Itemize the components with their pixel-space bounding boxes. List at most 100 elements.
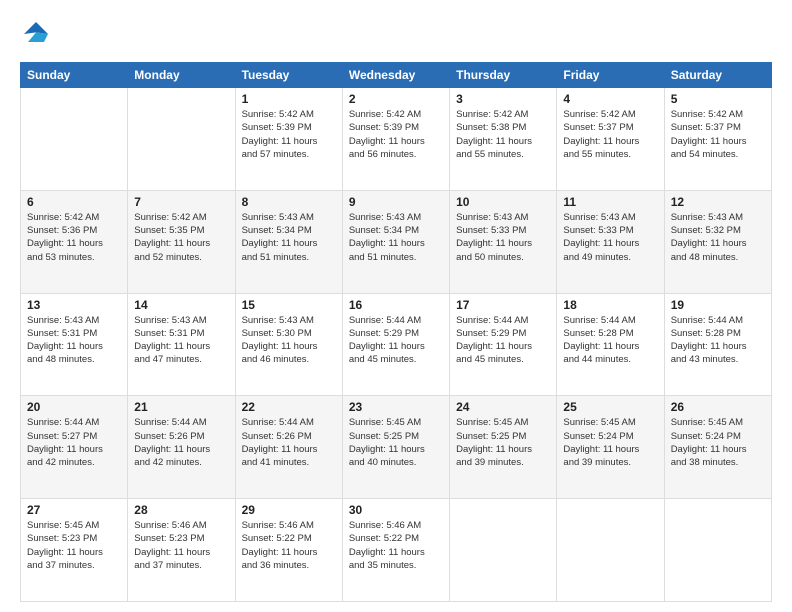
calendar-cell: 27Sunrise: 5:45 AM Sunset: 5:23 PM Dayli… [21,499,128,602]
day-info: Sunrise: 5:43 AM Sunset: 5:30 PM Dayligh… [242,314,336,367]
day-info: Sunrise: 5:44 AM Sunset: 5:27 PM Dayligh… [27,416,121,469]
day-number: 26 [671,400,765,414]
day-info: Sunrise: 5:43 AM Sunset: 5:31 PM Dayligh… [134,314,228,367]
calendar-header-friday: Friday [557,63,664,88]
logo [20,18,56,50]
day-info: Sunrise: 5:43 AM Sunset: 5:32 PM Dayligh… [671,211,765,264]
day-number: 1 [242,92,336,106]
calendar-cell [128,88,235,191]
day-number: 24 [456,400,550,414]
calendar-cell: 22Sunrise: 5:44 AM Sunset: 5:26 PM Dayli… [235,396,342,499]
day-number: 20 [27,400,121,414]
calendar-cell [450,499,557,602]
calendar-cell: 13 Sunrise: 5:43 AM Sunset: 5:31 PM Dayli… [21,293,128,396]
day-info: Sunrise: 5:43 AM Sunset: 5:33 PM Dayligh… [563,211,657,264]
day-info: Sunrise: 5:42 AM Sunset: 5:36 PM Dayligh… [27,211,121,264]
day-number: 16 [349,298,443,312]
page: SundayMondayTuesdayWednesdayThursdayFrid… [0,0,792,612]
day-info: Sunrise: 5:45 AM Sunset: 5:24 PM Dayligh… [671,416,765,469]
calendar-header-saturday: Saturday [664,63,771,88]
calendar-week-2: 6 Sunrise: 5:42 AM Sunset: 5:36 PM Daylig… [21,190,772,293]
calendar-cell: 14 Sunrise: 5:43 AM Sunset: 5:31 PM Dayli… [128,293,235,396]
day-number: 23 [349,400,443,414]
day-number: 18 [563,298,657,312]
day-number: 8 [242,195,336,209]
day-info: Sunrise: 5:42 AM Sunset: 5:37 PM Dayligh… [671,108,765,161]
day-number: 14 [134,298,228,312]
day-number: 7 [134,195,228,209]
day-info: Sunrise: 5:42 AM Sunset: 5:39 PM Dayligh… [349,108,443,161]
day-number: 4 [563,92,657,106]
day-number: 2 [349,92,443,106]
calendar-cell: 16 Sunrise: 5:44 AM Sunset: 5:29 PM Dayli… [342,293,449,396]
calendar-header-row: SundayMondayTuesdayWednesdayThursdayFrid… [21,63,772,88]
day-number: 9 [349,195,443,209]
calendar-week-4: 20 Sunrise: 5:44 AM Sunset: 5:27 PM Dayli… [21,396,772,499]
calendar-cell: 12 Sunrise: 5:43 AM Sunset: 5:32 PM Dayli… [664,190,771,293]
day-number: 13 [27,298,121,312]
calendar-cell: 29 Sunrise: 5:46 AM Sunset: 5:22 PM Dayli… [235,499,342,602]
calendar-cell: 5Sunrise: 5:42 AM Sunset: 5:37 PM Daylig… [664,88,771,191]
calendar-table: SundayMondayTuesdayWednesdayThursdayFrid… [20,62,772,602]
day-info: Sunrise: 5:44 AM Sunset: 5:29 PM Dayligh… [349,314,443,367]
calendar-cell: 3 Sunrise: 5:42 AM Sunset: 5:38 PM Daylig… [450,88,557,191]
calendar-cell: 19 Sunrise: 5:44 AM Sunset: 5:28 PM Dayli… [664,293,771,396]
calendar-header-thursday: Thursday [450,63,557,88]
day-info: Sunrise: 5:46 AM Sunset: 5:23 PM Dayligh… [134,519,228,572]
day-info: Sunrise: 5:45 AM Sunset: 5:24 PM Dayligh… [563,416,657,469]
day-info: Sunrise: 5:42 AM Sunset: 5:37 PM Dayligh… [563,108,657,161]
day-info: Sunrise: 5:46 AM Sunset: 5:22 PM Dayligh… [349,519,443,572]
day-number: 17 [456,298,550,312]
calendar-cell: 23 Sunrise: 5:45 AM Sunset: 5:25 PM Dayli… [342,396,449,499]
calendar-cell: 28 Sunrise: 5:46 AM Sunset: 5:23 PM Dayli… [128,499,235,602]
calendar-header-sunday: Sunday [21,63,128,88]
day-number: 6 [27,195,121,209]
calendar-cell: 17 Sunrise: 5:44 AM Sunset: 5:29 PM Dayli… [450,293,557,396]
calendar-cell: 10 Sunrise: 5:43 AM Sunset: 5:33 PM Dayli… [450,190,557,293]
day-info: Sunrise: 5:45 AM Sunset: 5:23 PM Dayligh… [27,519,121,572]
calendar-week-1: 1 Sunrise: 5:42 AM Sunset: 5:39 PM Daylig… [21,88,772,191]
day-number: 28 [134,503,228,517]
day-info: Sunrise: 5:42 AM Sunset: 5:35 PM Dayligh… [134,211,228,264]
day-number: 12 [671,195,765,209]
day-info: Sunrise: 5:45 AM Sunset: 5:25 PM Dayligh… [349,416,443,469]
day-info: Sunrise: 5:43 AM Sunset: 5:31 PM Dayligh… [27,314,121,367]
day-info: Sunrise: 5:42 AM Sunset: 5:39 PM Dayligh… [242,108,336,161]
calendar-cell: 11 Sunrise: 5:43 AM Sunset: 5:33 PM Dayli… [557,190,664,293]
day-info: Sunrise: 5:44 AM Sunset: 5:26 PM Dayligh… [242,416,336,469]
calendar-cell: 9Sunrise: 5:43 AM Sunset: 5:34 PM Daylig… [342,190,449,293]
calendar-cell [664,499,771,602]
calendar-cell: 2 Sunrise: 5:42 AM Sunset: 5:39 PM Daylig… [342,88,449,191]
day-info: Sunrise: 5:44 AM Sunset: 5:26 PM Dayligh… [134,416,228,469]
calendar-week-5: 27Sunrise: 5:45 AM Sunset: 5:23 PM Dayli… [21,499,772,602]
calendar-cell: 4 Sunrise: 5:42 AM Sunset: 5:37 PM Daylig… [557,88,664,191]
calendar-cell: 26 Sunrise: 5:45 AM Sunset: 5:24 PM Dayli… [664,396,771,499]
calendar-cell: 6 Sunrise: 5:42 AM Sunset: 5:36 PM Daylig… [21,190,128,293]
calendar-cell [557,499,664,602]
logo-icon [20,18,52,50]
day-number: 3 [456,92,550,106]
calendar-cell: 1 Sunrise: 5:42 AM Sunset: 5:39 PM Daylig… [235,88,342,191]
calendar-cell: 20 Sunrise: 5:44 AM Sunset: 5:27 PM Dayli… [21,396,128,499]
calendar-cell [21,88,128,191]
day-number: 19 [671,298,765,312]
calendar-cell: 21 Sunrise: 5:44 AM Sunset: 5:26 PM Dayli… [128,396,235,499]
day-number: 29 [242,503,336,517]
day-info: Sunrise: 5:46 AM Sunset: 5:22 PM Dayligh… [242,519,336,572]
day-number: 15 [242,298,336,312]
day-info: Sunrise: 5:42 AM Sunset: 5:38 PM Dayligh… [456,108,550,161]
day-info: Sunrise: 5:45 AM Sunset: 5:25 PM Dayligh… [456,416,550,469]
calendar-cell: 24 Sunrise: 5:45 AM Sunset: 5:25 PM Dayli… [450,396,557,499]
day-number: 10 [456,195,550,209]
day-info: Sunrise: 5:44 AM Sunset: 5:28 PM Dayligh… [671,314,765,367]
calendar-cell: 25Sunrise: 5:45 AM Sunset: 5:24 PM Dayli… [557,396,664,499]
day-info: Sunrise: 5:44 AM Sunset: 5:29 PM Dayligh… [456,314,550,367]
calendar-header-tuesday: Tuesday [235,63,342,88]
calendar-cell: 15 Sunrise: 5:43 AM Sunset: 5:30 PM Dayli… [235,293,342,396]
calendar-header-wednesday: Wednesday [342,63,449,88]
day-info: Sunrise: 5:43 AM Sunset: 5:34 PM Dayligh… [242,211,336,264]
day-number: 11 [563,195,657,209]
calendar-cell: 18Sunrise: 5:44 AM Sunset: 5:28 PM Dayli… [557,293,664,396]
day-info: Sunrise: 5:43 AM Sunset: 5:33 PM Dayligh… [456,211,550,264]
day-number: 21 [134,400,228,414]
